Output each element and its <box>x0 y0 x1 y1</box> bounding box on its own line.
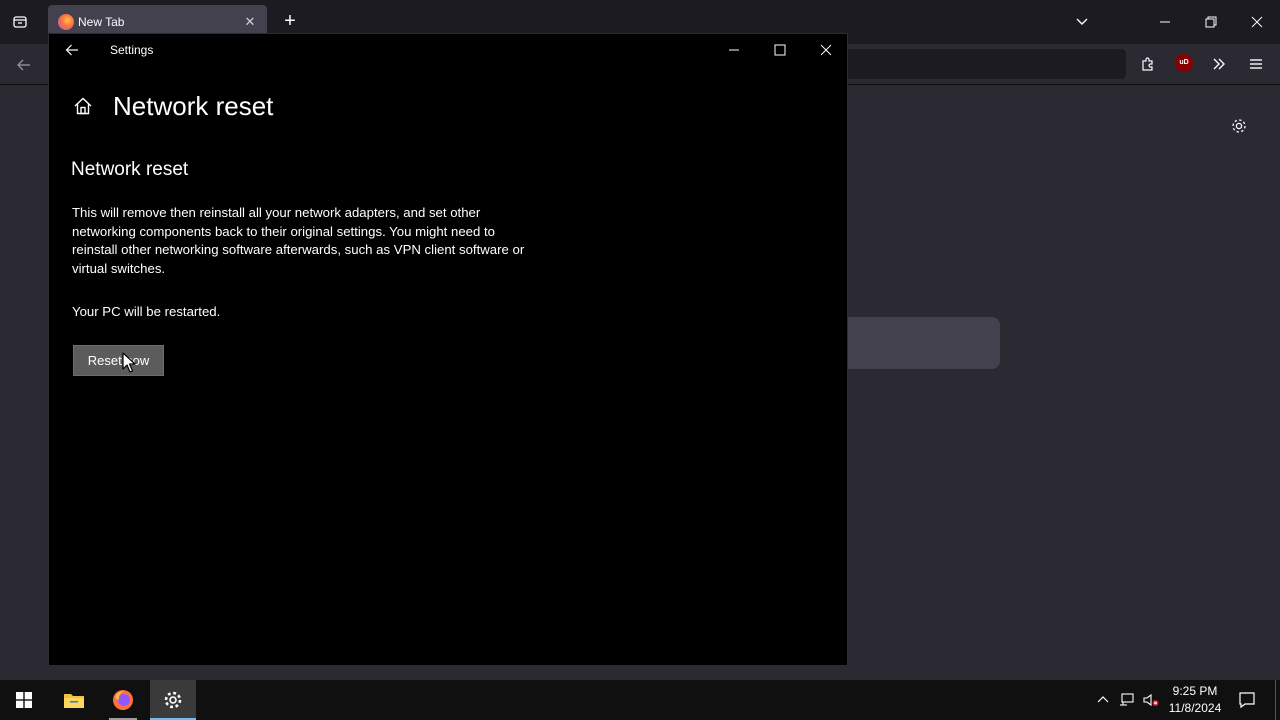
home-icon[interactable] <box>71 94 95 118</box>
settings-titlebar: Settings <box>49 34 847 66</box>
plus-icon[interactable]: + <box>278 10 302 34</box>
settings-taskbar-icon[interactable] <box>150 680 196 720</box>
firefox-favicon <box>58 14 74 30</box>
overflow-icon[interactable] <box>1208 53 1230 75</box>
mouse-cursor-icon <box>122 352 136 373</box>
close-icon[interactable] <box>810 34 841 66</box>
clock-date[interactable]: 11/8/2024 <box>1160 701 1230 715</box>
page-title: Network reset <box>113 91 274 121</box>
hamburger-menu-icon[interactable] <box>1245 53 1267 75</box>
maximize-icon[interactable] <box>764 34 795 66</box>
restart-note: Your PC will be restarted. <box>72 304 221 319</box>
network-icon[interactable] <box>1117 690 1137 710</box>
windows-start-icon[interactable] <box>0 680 48 720</box>
chevron-up-icon[interactable] <box>1094 690 1112 710</box>
description-text: This will remove then reinstall all your… <box>72 205 525 276</box>
section-heading: Network reset <box>71 159 189 180</box>
ublock-icon[interactable]: uD <box>1175 54 1193 72</box>
close-icon[interactable]: ✕ <box>241 13 259 31</box>
back-arrow-icon[interactable] <box>59 38 85 62</box>
list-all-tabs-icon[interactable] <box>8 10 32 34</box>
file-explorer-icon[interactable] <box>52 680 96 720</box>
clock-time[interactable]: 9:25 PM <box>1160 684 1230 698</box>
settings-window: Settings Network reset Network reset Thi… <box>48 33 848 666</box>
tab-title: New Tab <box>78 15 125 29</box>
back-arrow-icon[interactable] <box>12 53 36 77</box>
minimize-icon[interactable] <box>718 34 749 66</box>
firefox-icon[interactable] <box>101 680 145 720</box>
volume-muted-icon[interactable] <box>1141 690 1161 710</box>
restore-icon[interactable] <box>1196 8 1226 36</box>
minimize-icon[interactable] <box>1150 8 1180 36</box>
notification-icon[interactable] <box>1236 689 1258 711</box>
extensions-icon[interactable] <box>1137 53 1159 75</box>
close-icon[interactable] <box>1242 8 1272 36</box>
gear-icon[interactable] <box>1229 116 1249 136</box>
chevron-down-icon[interactable] <box>1070 10 1094 34</box>
reset-now-button[interactable]: Reset now <box>73 345 164 376</box>
taskbar: 9:25 PM 11/8/2024 <box>0 680 1280 720</box>
window-title: Settings <box>110 43 154 57</box>
show-desktop-button[interactable] <box>1275 680 1276 720</box>
